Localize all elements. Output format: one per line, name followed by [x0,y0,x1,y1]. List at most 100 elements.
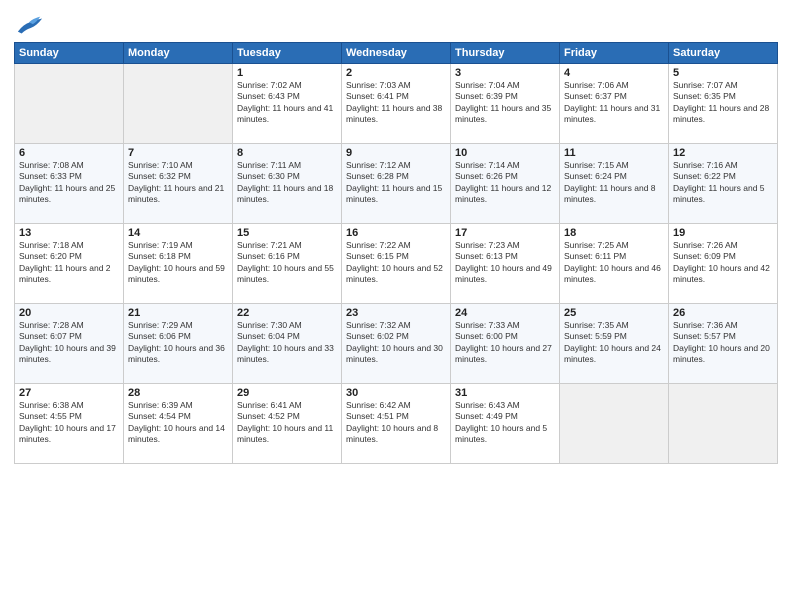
calendar-cell: 11Sunrise: 7:15 AM Sunset: 6:24 PM Dayli… [560,144,669,224]
day-info: Sunrise: 7:11 AM Sunset: 6:30 PM Dayligh… [237,160,337,206]
header [14,10,778,38]
day-number: 9 [346,147,446,159]
calendar-cell: 27Sunrise: 6:38 AM Sunset: 4:55 PM Dayli… [15,384,124,464]
day-info: Sunrise: 7:28 AM Sunset: 6:07 PM Dayligh… [19,320,119,366]
day-info: Sunrise: 7:36 AM Sunset: 5:57 PM Dayligh… [673,320,773,366]
day-info: Sunrise: 7:33 AM Sunset: 6:00 PM Dayligh… [455,320,555,366]
day-number: 23 [346,307,446,319]
calendar-cell: 6Sunrise: 7:08 AM Sunset: 6:33 PM Daylig… [15,144,124,224]
calendar-cell: 29Sunrise: 6:41 AM Sunset: 4:52 PM Dayli… [233,384,342,464]
calendar-cell: 5Sunrise: 7:07 AM Sunset: 6:35 PM Daylig… [669,64,778,144]
day-number: 22 [237,307,337,319]
day-info: Sunrise: 7:26 AM Sunset: 6:09 PM Dayligh… [673,240,773,286]
day-number: 10 [455,147,555,159]
calendar-cell: 17Sunrise: 7:23 AM Sunset: 6:13 PM Dayli… [451,224,560,304]
calendar-cell: 13Sunrise: 7:18 AM Sunset: 6:20 PM Dayli… [15,224,124,304]
calendar-cell: 4Sunrise: 7:06 AM Sunset: 6:37 PM Daylig… [560,64,669,144]
day-info: Sunrise: 7:10 AM Sunset: 6:32 PM Dayligh… [128,160,228,206]
day-info: Sunrise: 7:04 AM Sunset: 6:39 PM Dayligh… [455,80,555,126]
day-number: 28 [128,387,228,399]
day-number: 24 [455,307,555,319]
calendar-cell: 10Sunrise: 7:14 AM Sunset: 6:26 PM Dayli… [451,144,560,224]
weekday-header-sunday: Sunday [15,43,124,64]
weekday-header-monday: Monday [124,43,233,64]
calendar-cell: 16Sunrise: 7:22 AM Sunset: 6:15 PM Dayli… [342,224,451,304]
day-info: Sunrise: 6:42 AM Sunset: 4:51 PM Dayligh… [346,400,446,446]
calendar-cell: 7Sunrise: 7:10 AM Sunset: 6:32 PM Daylig… [124,144,233,224]
calendar-cell: 24Sunrise: 7:33 AM Sunset: 6:00 PM Dayli… [451,304,560,384]
calendar-cell: 31Sunrise: 6:43 AM Sunset: 4:49 PM Dayli… [451,384,560,464]
calendar-cell: 26Sunrise: 7:36 AM Sunset: 5:57 PM Dayli… [669,304,778,384]
day-number: 19 [673,227,773,239]
day-info: Sunrise: 7:14 AM Sunset: 6:26 PM Dayligh… [455,160,555,206]
page: SundayMondayTuesdayWednesdayThursdayFrid… [0,0,792,472]
day-number: 17 [455,227,555,239]
calendar-cell: 22Sunrise: 7:30 AM Sunset: 6:04 PM Dayli… [233,304,342,384]
day-number: 11 [564,147,664,159]
calendar-cell: 15Sunrise: 7:21 AM Sunset: 6:16 PM Dayli… [233,224,342,304]
week-row-4: 20Sunrise: 7:28 AM Sunset: 6:07 PM Dayli… [15,304,778,384]
day-number: 31 [455,387,555,399]
logo-bird-icon [16,14,44,38]
day-number: 25 [564,307,664,319]
calendar-cell: 25Sunrise: 7:35 AM Sunset: 5:59 PM Dayli… [560,304,669,384]
day-number: 3 [455,67,555,79]
calendar-cell: 28Sunrise: 6:39 AM Sunset: 4:54 PM Dayli… [124,384,233,464]
calendar-cell: 1Sunrise: 7:02 AM Sunset: 6:43 PM Daylig… [233,64,342,144]
day-number: 7 [128,147,228,159]
day-info: Sunrise: 7:35 AM Sunset: 5:59 PM Dayligh… [564,320,664,366]
week-row-1: 1Sunrise: 7:02 AM Sunset: 6:43 PM Daylig… [15,64,778,144]
day-info: Sunrise: 7:15 AM Sunset: 6:24 PM Dayligh… [564,160,664,206]
day-info: Sunrise: 6:38 AM Sunset: 4:55 PM Dayligh… [19,400,119,446]
day-number: 5 [673,67,773,79]
day-number: 21 [128,307,228,319]
weekday-header-thursday: Thursday [451,43,560,64]
weekday-header-friday: Friday [560,43,669,64]
calendar-cell: 19Sunrise: 7:26 AM Sunset: 6:09 PM Dayli… [669,224,778,304]
calendar-cell [560,384,669,464]
day-number: 14 [128,227,228,239]
calendar-cell [15,64,124,144]
weekday-header-tuesday: Tuesday [233,43,342,64]
day-info: Sunrise: 7:25 AM Sunset: 6:11 PM Dayligh… [564,240,664,286]
week-row-3: 13Sunrise: 7:18 AM Sunset: 6:20 PM Dayli… [15,224,778,304]
day-info: Sunrise: 7:23 AM Sunset: 6:13 PM Dayligh… [455,240,555,286]
day-info: Sunrise: 7:30 AM Sunset: 6:04 PM Dayligh… [237,320,337,366]
day-number: 6 [19,147,119,159]
day-number: 13 [19,227,119,239]
day-info: Sunrise: 6:39 AM Sunset: 4:54 PM Dayligh… [128,400,228,446]
day-info: Sunrise: 7:18 AM Sunset: 6:20 PM Dayligh… [19,240,119,286]
day-info: Sunrise: 7:29 AM Sunset: 6:06 PM Dayligh… [128,320,228,366]
week-row-2: 6Sunrise: 7:08 AM Sunset: 6:33 PM Daylig… [15,144,778,224]
weekday-header-row: SundayMondayTuesdayWednesdayThursdayFrid… [15,43,778,64]
day-number: 12 [673,147,773,159]
day-number: 20 [19,307,119,319]
day-info: Sunrise: 6:43 AM Sunset: 4:49 PM Dayligh… [455,400,555,446]
day-number: 27 [19,387,119,399]
day-info: Sunrise: 7:06 AM Sunset: 6:37 PM Dayligh… [564,80,664,126]
day-info: Sunrise: 7:07 AM Sunset: 6:35 PM Dayligh… [673,80,773,126]
weekday-header-wednesday: Wednesday [342,43,451,64]
day-number: 30 [346,387,446,399]
day-info: Sunrise: 7:16 AM Sunset: 6:22 PM Dayligh… [673,160,773,206]
calendar-cell: 14Sunrise: 7:19 AM Sunset: 6:18 PM Dayli… [124,224,233,304]
calendar-cell: 12Sunrise: 7:16 AM Sunset: 6:22 PM Dayli… [669,144,778,224]
calendar-cell: 8Sunrise: 7:11 AM Sunset: 6:30 PM Daylig… [233,144,342,224]
day-info: Sunrise: 7:32 AM Sunset: 6:02 PM Dayligh… [346,320,446,366]
calendar-cell [124,64,233,144]
day-info: Sunrise: 7:19 AM Sunset: 6:18 PM Dayligh… [128,240,228,286]
calendar-cell: 23Sunrise: 7:32 AM Sunset: 6:02 PM Dayli… [342,304,451,384]
day-info: Sunrise: 7:21 AM Sunset: 6:16 PM Dayligh… [237,240,337,286]
day-number: 26 [673,307,773,319]
calendar-cell: 9Sunrise: 7:12 AM Sunset: 6:28 PM Daylig… [342,144,451,224]
day-number: 29 [237,387,337,399]
weekday-header-saturday: Saturday [669,43,778,64]
day-info: Sunrise: 7:22 AM Sunset: 6:15 PM Dayligh… [346,240,446,286]
day-info: Sunrise: 6:41 AM Sunset: 4:52 PM Dayligh… [237,400,337,446]
calendar-table: SundayMondayTuesdayWednesdayThursdayFrid… [14,42,778,464]
day-number: 2 [346,67,446,79]
day-number: 16 [346,227,446,239]
calendar-cell: 30Sunrise: 6:42 AM Sunset: 4:51 PM Dayli… [342,384,451,464]
calendar-cell: 3Sunrise: 7:04 AM Sunset: 6:39 PM Daylig… [451,64,560,144]
day-info: Sunrise: 7:02 AM Sunset: 6:43 PM Dayligh… [237,80,337,126]
